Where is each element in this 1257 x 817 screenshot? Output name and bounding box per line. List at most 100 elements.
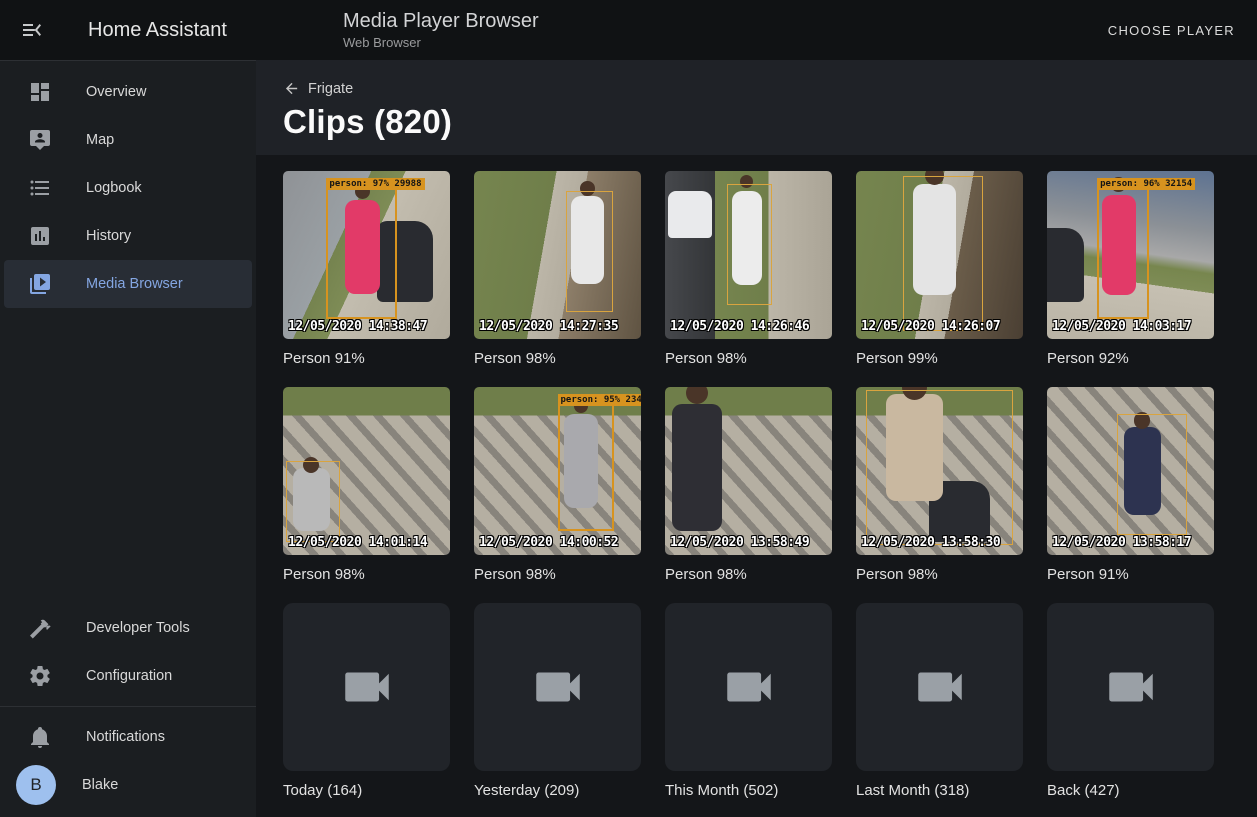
folder-card-back[interactable]: Back (427) xyxy=(1047,603,1214,799)
page-title-block: Media Player Browser Web Browser xyxy=(343,8,539,51)
folder-label: This Month (502) xyxy=(665,782,832,799)
folder-thumbnail xyxy=(474,603,641,771)
sidebar-item-user[interactable]: B Blake xyxy=(4,761,252,809)
clip-label: Person 98% xyxy=(665,566,832,583)
clip-label: Person 98% xyxy=(474,566,641,583)
folder-thumbnail xyxy=(1047,603,1214,771)
hammer-icon xyxy=(28,616,52,640)
detection-box xyxy=(286,461,339,542)
folder-card-last-month[interactable]: Last Month (318) xyxy=(856,603,1023,799)
clip-thumbnail: 12/05/2020 14:01:14 xyxy=(283,387,450,555)
folder-label: Last Month (318) xyxy=(856,782,1023,799)
clip-card[interactable]: person: 96% 32154 12/05/2020 14:03:17 Pe… xyxy=(1047,171,1214,367)
sidebar-item-label: Notifications xyxy=(86,729,165,745)
sidebar-item-history[interactable]: History xyxy=(4,212,252,260)
person-figure xyxy=(672,404,722,532)
clip-card[interactable]: person: 95% 23432 12/05/2020 14:00:52 Pe… xyxy=(474,387,641,583)
sidebar: Overview Map Logbook History Media Brows… xyxy=(0,60,256,817)
clip-thumbnail: 12/05/2020 13:58:30 xyxy=(856,387,1023,555)
clip-thumbnail: 12/05/2020 13:58:17 xyxy=(1047,387,1214,555)
clip-thumbnail: 12/05/2020 14:27:35 xyxy=(474,171,641,339)
clip-label: Person 91% xyxy=(1047,566,1214,583)
detection-box xyxy=(1117,414,1187,535)
app-title: Home Assistant xyxy=(88,19,227,42)
breadcrumb[interactable]: Frigate xyxy=(283,80,353,97)
folder-card-this-month[interactable]: This Month (502) xyxy=(665,603,832,799)
clip-thumbnail: 12/05/2020 14:26:46 xyxy=(665,171,832,339)
sidebar-item-map[interactable]: Map xyxy=(4,116,252,164)
car-figure xyxy=(668,191,711,238)
sidebar-item-label: Logbook xyxy=(86,180,142,196)
clip-timestamp: 12/05/2020 14:00:52 xyxy=(479,535,618,550)
folder-card-today[interactable]: Today (164) xyxy=(283,603,450,799)
clip-card[interactable]: 12/05/2020 14:26:46 Person 98% xyxy=(665,171,832,367)
detection-box xyxy=(866,390,1013,545)
sidebar-item-label: History xyxy=(86,228,131,244)
video-camera-icon xyxy=(529,658,587,716)
sidebar-item-configuration[interactable]: Configuration xyxy=(4,652,252,700)
clip-card[interactable]: 12/05/2020 13:58:17 Person 91% xyxy=(1047,387,1214,583)
breadcrumb-label: Frigate xyxy=(308,81,353,97)
sidebar-item-label: Configuration xyxy=(86,668,172,684)
sidebar-spacer xyxy=(0,308,256,604)
dashboard-icon xyxy=(28,80,52,104)
clip-timestamp: 12/05/2020 13:58:30 xyxy=(861,535,1000,550)
app-bar: Home Assistant Media Player Browser Web … xyxy=(0,0,1257,60)
detection-box xyxy=(903,176,983,331)
clip-card[interactable]: 12/05/2020 13:58:49 Person 98% xyxy=(665,387,832,583)
clip-label: Person 99% xyxy=(856,350,1023,367)
page-title: Media Player Browser xyxy=(343,8,539,34)
bell-icon xyxy=(28,725,52,749)
main-content: Frigate Clips (820) person: 97% 29988 12… xyxy=(256,60,1257,817)
clip-timestamp: 12/05/2020 13:58:17 xyxy=(1052,535,1191,550)
sidebar-item-label: Developer Tools xyxy=(86,620,190,636)
folder-thumbnail xyxy=(856,603,1023,771)
clip-card[interactable]: 12/05/2020 14:27:35 Person 98% xyxy=(474,171,641,367)
clip-card[interactable]: 12/05/2020 14:01:14 Person 98% xyxy=(283,387,450,583)
video-camera-icon xyxy=(720,658,778,716)
clip-label: Person 98% xyxy=(856,566,1023,583)
back-arrow-icon xyxy=(283,80,300,97)
sidebar-divider xyxy=(0,706,256,707)
clip-thumbnail: person: 97% 29988 12/05/2020 14:38:47 xyxy=(283,171,450,339)
clip-label: Person 98% xyxy=(283,566,450,583)
chart-box-icon xyxy=(28,224,52,248)
clip-timestamp: 12/05/2020 14:26:07 xyxy=(861,319,1000,334)
detection-box: person: 96% 32154 xyxy=(1097,188,1149,319)
clip-thumbnail: 12/05/2020 14:26:07 xyxy=(856,171,1023,339)
page-subtitle: Web Browser xyxy=(343,34,539,51)
video-camera-icon xyxy=(1102,658,1160,716)
folder-thumbnail xyxy=(283,603,450,771)
sidebar-item-notifications[interactable]: Notifications xyxy=(4,713,252,761)
clip-label: Person 98% xyxy=(665,350,832,367)
sidebar-item-logbook[interactable]: Logbook xyxy=(4,164,252,212)
video-camera-icon xyxy=(338,658,396,716)
detection-box-label: person: 95% 23432 xyxy=(558,394,642,406)
clip-card[interactable]: person: 97% 29988 12/05/2020 14:38:47 Pe… xyxy=(283,171,450,367)
folder-card-yesterday[interactable]: Yesterday (209) xyxy=(474,603,641,799)
sidebar-toggle-icon[interactable] xyxy=(20,18,44,42)
sidebar-item-media-browser[interactable]: Media Browser xyxy=(4,260,252,308)
detection-box-label: person: 96% 32154 xyxy=(1097,178,1195,190)
gear-icon xyxy=(28,664,52,688)
video-camera-icon xyxy=(911,658,969,716)
media-grid: person: 97% 29988 12/05/2020 14:38:47 Pe… xyxy=(283,171,1257,799)
main-layout: Overview Map Logbook History Media Brows… xyxy=(0,60,1257,817)
clip-card[interactable]: 12/05/2020 13:58:30 Person 98% xyxy=(856,387,1023,583)
media-grid-area: person: 97% 29988 12/05/2020 14:38:47 Pe… xyxy=(256,155,1257,817)
choose-player-button[interactable]: CHOOSE PLAYER xyxy=(1108,0,1235,60)
clip-label: Person 91% xyxy=(283,350,450,367)
clip-card[interactable]: 12/05/2020 14:26:07 Person 99% xyxy=(856,171,1023,367)
folder-label: Today (164) xyxy=(283,782,450,799)
clip-label: Person 92% xyxy=(1047,350,1214,367)
clip-timestamp: 12/05/2020 14:03:17 xyxy=(1052,319,1191,334)
clip-timestamp: 12/05/2020 13:58:49 xyxy=(670,535,809,550)
tooltip-account-icon xyxy=(28,128,52,152)
list-bulleted-icon xyxy=(28,176,52,200)
clip-label: Person 98% xyxy=(474,350,641,367)
detection-box: person: 97% 29988 xyxy=(326,188,396,319)
sidebar-item-developer-tools[interactable]: Developer Tools xyxy=(4,604,252,652)
sidebar-item-overview[interactable]: Overview xyxy=(4,68,252,116)
sidebar-item-label: Overview xyxy=(86,84,146,100)
folder-label: Back (427) xyxy=(1047,782,1214,799)
